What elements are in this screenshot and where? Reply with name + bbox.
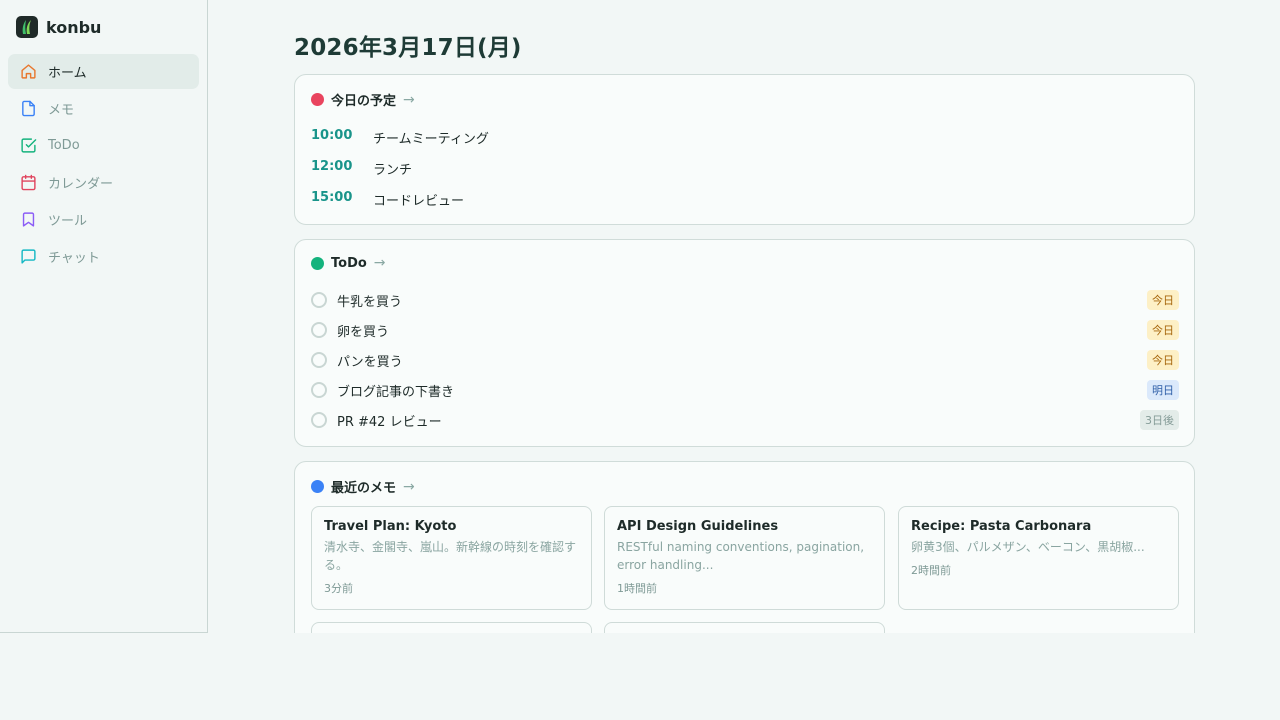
- schedule-title: ランチ: [373, 163, 413, 178]
- todo-item: PR #42 レビュー 3日後: [311, 409, 1179, 431]
- schedule-title: チームミーティング: [373, 132, 489, 147]
- memo-preview: RESTful naming conventions, pagination, …: [617, 540, 865, 572]
- schedule-time: 12:00: [311, 159, 353, 174]
- sidebar-item-tools[interactable]: ツール: [8, 202, 199, 237]
- sidebar: konbu ホーム メモ ToDo カレンダー ツール チャット: [0, 0, 208, 633]
- sidebar-item-calendar[interactable]: カレンダー: [8, 165, 199, 200]
- sidebar-nav: ホーム メモ ToDo カレンダー ツール チャット: [8, 54, 199, 276]
- sidebar-item-home[interactable]: ホーム: [8, 54, 199, 89]
- todo-checkbox[interactable]: [311, 352, 327, 368]
- schedule-card-title: 今日の予定: [331, 94, 397, 109]
- status-dot-icon: [311, 480, 324, 493]
- arrow-right-icon[interactable]: →: [403, 479, 415, 495]
- todo-text[interactable]: PR #42 レビュー: [337, 411, 1140, 430]
- memo-card[interactable]: [311, 622, 592, 633]
- arrow-right-icon[interactable]: →: [403, 92, 415, 108]
- todo-text[interactable]: パンを買う: [337, 351, 1147, 370]
- memos-card: 最近のメモ → Travel Plan: Kyoto 清水寺、金閣寺、嵐山。新幹…: [294, 461, 1195, 633]
- memo-card[interactable]: API Design Guidelines RESTful naming con…: [604, 506, 885, 610]
- todo-item: パンを買う 今日: [311, 349, 1179, 371]
- sidebar-item-label: ToDo: [48, 138, 80, 153]
- schedule-item[interactable]: 12:00 ランチ: [311, 159, 412, 178]
- sidebar-item-label: メモ: [48, 103, 75, 118]
- memo-timestamp: 3分前: [324, 582, 353, 595]
- due-badge: 今日: [1147, 350, 1179, 370]
- todo-item: 卵を買う 今日: [311, 319, 1179, 341]
- memo-preview: 清水寺、金閣寺、嵐山。新幹線の時刻を確認する。: [324, 540, 577, 572]
- konbu-logo-icon: [16, 16, 38, 38]
- app-window: konbu ホーム メモ ToDo カレンダー ツール チャット 2026年3月…: [0, 0, 1280, 633]
- arrow-right-icon[interactable]: →: [374, 255, 386, 271]
- schedule-card-header[interactable]: 今日の予定 →: [311, 90, 415, 109]
- calendar-icon: [21, 174, 36, 191]
- memo-card[interactable]: [604, 622, 885, 633]
- memo-timestamp: 2時間前: [911, 564, 951, 577]
- due-badge: 明日: [1147, 380, 1179, 400]
- memos-card-title: 最近のメモ: [331, 481, 397, 496]
- status-dot-icon: [311, 93, 324, 106]
- document-icon: [22, 100, 35, 117]
- page-title: 2026年3月17日(月): [294, 35, 522, 61]
- due-badge: 3日後: [1140, 410, 1179, 430]
- todo-text[interactable]: ブログ記事の下書き: [337, 381, 1147, 400]
- sidebar-item-todo[interactable]: ToDo: [8, 128, 199, 163]
- schedule-item[interactable]: 10:00 チームミーティング: [311, 128, 489, 147]
- todo-card-title: ToDo: [331, 255, 367, 271]
- todo-checkbox[interactable]: [311, 322, 327, 338]
- todo-item: 牛乳を買う 今日: [311, 289, 1179, 311]
- todo-item: ブログ記事の下書き 明日: [311, 379, 1179, 401]
- sidebar-item-label: カレンダー: [48, 177, 114, 192]
- todo-text[interactable]: 卵を買う: [337, 321, 1147, 340]
- brand[interactable]: konbu: [16, 16, 101, 38]
- memo-card[interactable]: Recipe: Pasta Carbonara 卵黄3個、パルメザン、ベーコン、…: [898, 506, 1179, 610]
- memo-title: API Design Guidelines: [617, 519, 779, 534]
- home-icon: [21, 64, 36, 79]
- sidebar-item-memo[interactable]: メモ: [8, 91, 199, 126]
- schedule-title: コードレビュー: [373, 194, 465, 209]
- todo-checkbox[interactable]: [311, 382, 327, 398]
- sidebar-item-label: ホーム: [48, 66, 87, 81]
- memo-title: Recipe: Pasta Carbonara: [911, 519, 1092, 534]
- memo-card[interactable]: Travel Plan: Kyoto 清水寺、金閣寺、嵐山。新幹線の時刻を確認す…: [311, 506, 592, 610]
- schedule-time: 15:00: [311, 190, 353, 205]
- memo-title: Travel Plan: Kyoto: [324, 519, 457, 534]
- todo-card: ToDo → 牛乳を買う 今日 卵を買う 今日 パンを買う 今日 ブログ記事の下…: [294, 239, 1195, 447]
- status-dot-icon: [311, 256, 324, 270]
- schedule-item[interactable]: 15:00 コードレビュー: [311, 190, 464, 209]
- memo-timestamp: 1時間前: [617, 582, 657, 595]
- due-badge: 今日: [1147, 290, 1179, 310]
- app-name: konbu: [46, 17, 102, 37]
- schedule-time: 10:00: [311, 128, 353, 143]
- todo-checkbox[interactable]: [311, 412, 327, 428]
- main-content: 2026年3月17日(月) 今日の予定 → 10:00 チームミーティング 12…: [294, 0, 1195, 633]
- sidebar-item-label: ツール: [48, 214, 88, 229]
- chat-icon: [21, 249, 36, 264]
- todo-card-header[interactable]: ToDo →: [311, 255, 386, 271]
- sidebar-item-chat[interactable]: チャット: [8, 239, 199, 274]
- sidebar-item-label: チャット: [48, 251, 100, 266]
- due-badge: 今日: [1147, 320, 1179, 340]
- todo-text[interactable]: 牛乳を買う: [337, 291, 1147, 310]
- bookmark-icon: [22, 212, 35, 227]
- schedule-card: 今日の予定 → 10:00 チームミーティング 12:00 ランチ 15:00 …: [294, 74, 1195, 225]
- check-square-icon: [21, 138, 37, 153]
- memo-preview: 卵黄3個、パルメザン、ベーコン、黒胡椒...: [911, 540, 1145, 554]
- todo-checkbox[interactable]: [311, 292, 327, 308]
- memos-card-header[interactable]: 最近のメモ →: [311, 477, 415, 496]
